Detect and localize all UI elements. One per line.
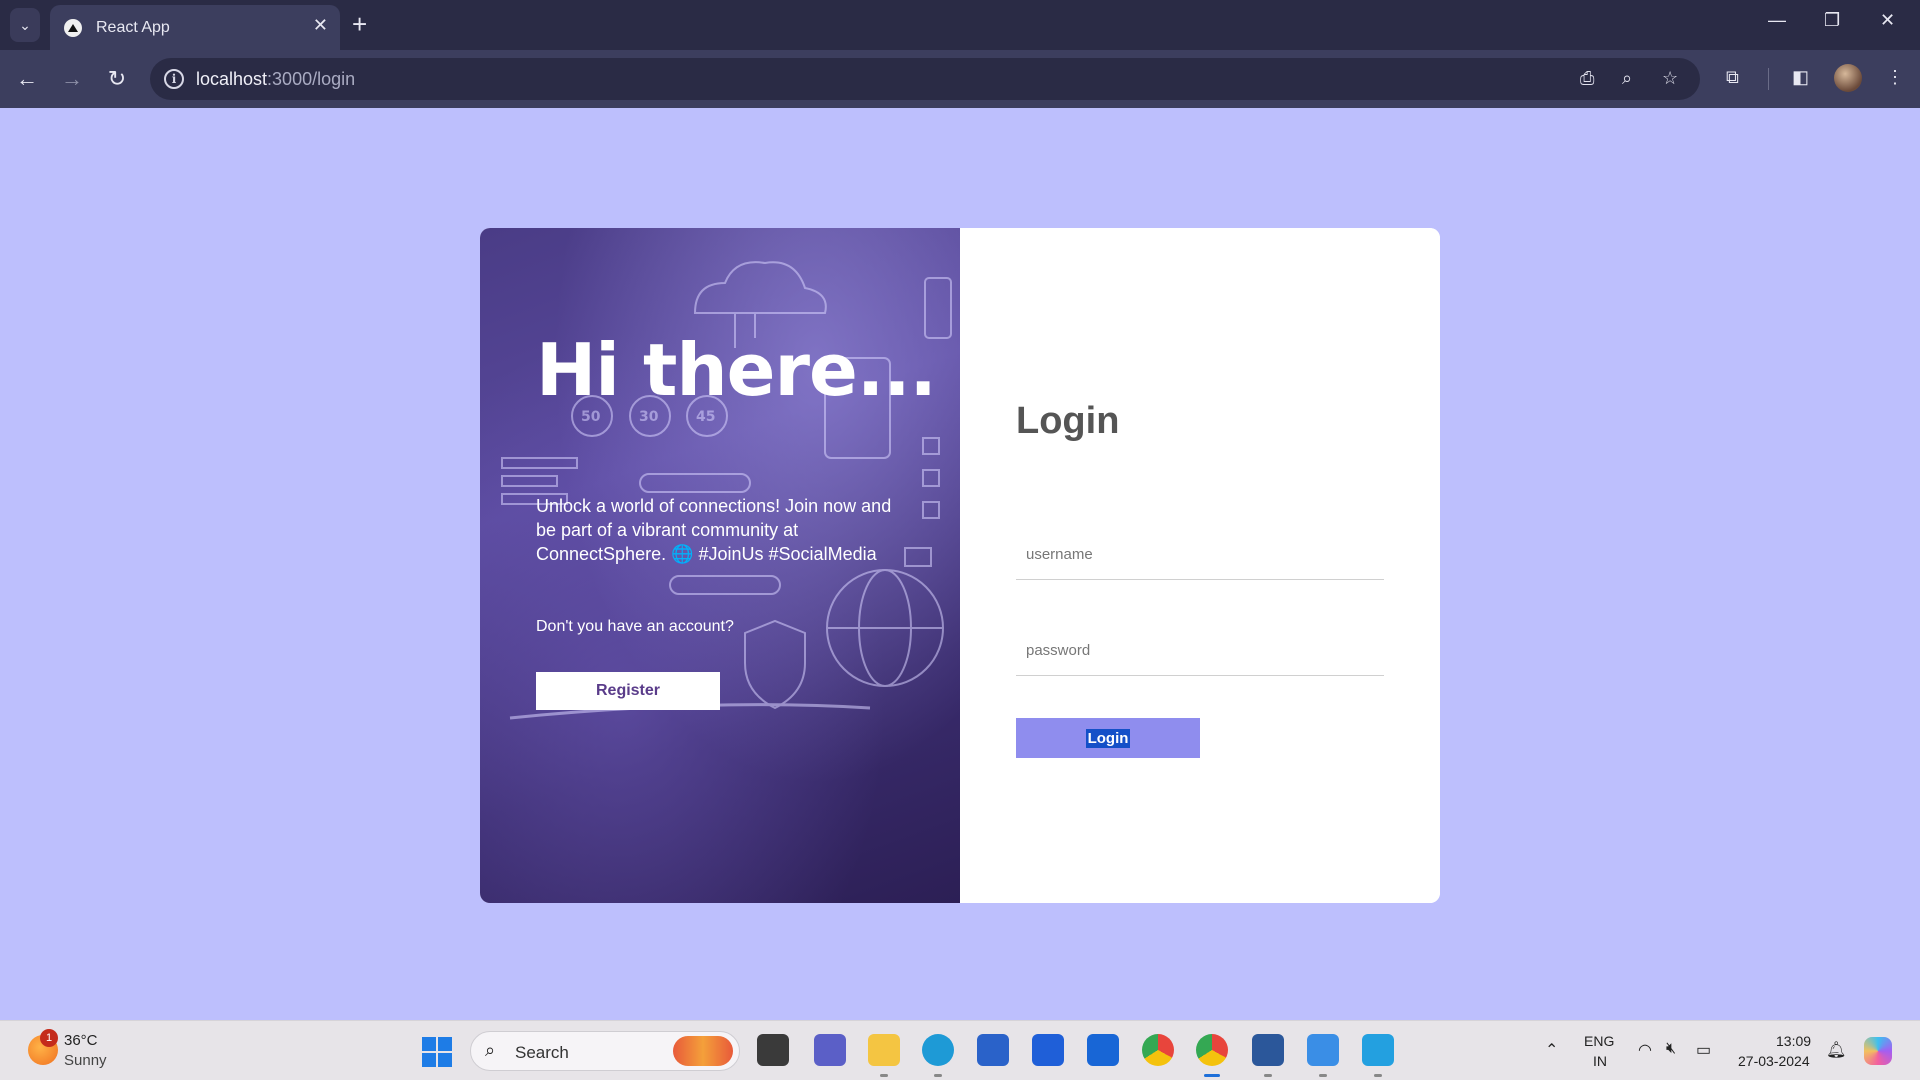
chrome-active-icon[interactable] [1196, 1034, 1228, 1066]
clock-date[interactable]: 27-03-2024 [1738, 1053, 1810, 1069]
account-question: Don't you have an account? [536, 618, 734, 635]
file-explorer-icon[interactable] [868, 1034, 900, 1066]
edge-indicator [934, 1074, 942, 1077]
favicon-icon [64, 18, 82, 37]
site-info-icon[interactable]: i [164, 69, 184, 89]
url-text[interactable]: localhost:3000/login [196, 69, 355, 90]
zoom-icon[interactable]: ⌕ [1622, 68, 1632, 89]
username-input[interactable] [1016, 530, 1384, 580]
volume-muted-icon[interactable]: 🔇︎ [1666, 1040, 1676, 1058]
tab-strip: ⌄ React App ✕ + — ❐ ✕ [0, 0, 1920, 50]
chrome-active-indicator [1204, 1074, 1220, 1077]
battery-icon[interactable]: ▭ [1696, 1040, 1711, 1060]
taskbar-search[interactable]: ⌕ Search [470, 1031, 740, 1071]
tab-title: React App [96, 18, 170, 36]
chrome-icon[interactable] [1142, 1034, 1174, 1066]
login-button[interactable]: Login [1016, 718, 1200, 758]
word-indicator [1264, 1074, 1272, 1077]
language-indicator[interactable]: ENG [1584, 1033, 1614, 1049]
search-label: Search [515, 1043, 569, 1062]
toolbar-divider [1768, 68, 1769, 90]
new-tab-icon[interactable]: + [352, 10, 367, 38]
notification-bell-icon[interactable]: 🔔︎ [1826, 1040, 1846, 1060]
teams-icon[interactable] [814, 1034, 846, 1066]
sway-icon[interactable] [1087, 1034, 1119, 1066]
dropbox-icon[interactable] [1032, 1034, 1064, 1066]
start-button[interactable] [422, 1037, 452, 1067]
welcome-description: Unlock a world of connections! Join now … [536, 496, 892, 564]
address-bar[interactable]: i localhost:3000/login ⎙ ⌕ ☆ [150, 58, 1700, 100]
edge-icon[interactable] [922, 1034, 954, 1066]
reload-icon[interactable]: ↻ [100, 62, 134, 96]
vscode-icon[interactable] [1362, 1034, 1394, 1066]
store-icon[interactable] [977, 1034, 1009, 1066]
search-icon: ⌕ [485, 1040, 496, 1060]
register-button[interactable]: Register [536, 672, 720, 710]
copilot-icon[interactable] [1864, 1037, 1892, 1065]
restore-icon[interactable]: ❐ [1824, 10, 1840, 31]
browser-toolbar: ← → ↻ i localhost:3000/login ⎙ ⌕ ☆ ⧉ ◧ ⋮ [0, 50, 1920, 108]
close-tab-icon[interactable]: ✕ [313, 15, 328, 36]
profile-avatar[interactable] [1834, 64, 1862, 92]
forward-icon[interactable]: → [55, 62, 89, 96]
browser-menu-icon[interactable]: ⋮ [1886, 67, 1904, 88]
notepad-icon[interactable] [1307, 1034, 1339, 1066]
search-highlight-icon [673, 1036, 733, 1066]
browser-tab[interactable]: React App ✕ [50, 5, 340, 50]
side-panel-icon[interactable]: ◧ [1792, 67, 1809, 88]
clock-time[interactable]: 13:09 [1776, 1033, 1811, 1049]
install-app-icon[interactable]: ⎙ [1580, 68, 1594, 89]
windows-taskbar: 1 36°C Sunny ⌕ Search ⌃ ENG IN ◠ 🔇︎ ▭ 13… [0, 1020, 1920, 1080]
region-indicator[interactable]: IN [1593, 1053, 1607, 1069]
wifi-icon[interactable]: ◠ [1638, 1040, 1652, 1060]
weather-condition[interactable]: Sunny [64, 1052, 107, 1069]
vscode-indicator [1374, 1074, 1382, 1077]
login-form-panel: Login Login [960, 228, 1440, 903]
login-card: 50 30 45 Hi there... Unlock a world of con… [480, 228, 1440, 903]
url-host: localhost [196, 69, 268, 89]
back-icon[interactable]: ← [10, 62, 44, 96]
weather-temperature[interactable]: 36°C [64, 1032, 98, 1049]
task-view-icon[interactable] [757, 1034, 789, 1066]
bookmark-star-icon[interactable]: ☆ [1662, 68, 1678, 89]
extensions-icon[interactable]: ⧉ [1726, 67, 1739, 88]
password-input[interactable] [1016, 626, 1384, 676]
welcome-heading: Hi there... [536, 328, 937, 412]
word-icon[interactable] [1252, 1034, 1284, 1066]
minimize-icon[interactable]: — [1768, 10, 1786, 31]
tab-search-button[interactable]: ⌄ [10, 8, 40, 42]
weather-notification-badge: 1 [40, 1029, 58, 1047]
welcome-panel: 50 30 45 Hi there... Unlock a world of con… [480, 228, 960, 903]
login-button-label: Login [1085, 728, 1131, 748]
show-hidden-icons-chevron-icon[interactable]: ⌃ [1545, 1040, 1558, 1060]
window-close-icon[interactable]: ✕ [1880, 10, 1895, 31]
login-heading: Login [1016, 400, 1120, 442]
file-explorer-indicator [880, 1074, 888, 1077]
url-path: :3000/login [267, 69, 356, 89]
notepad-indicator [1319, 1074, 1327, 1077]
